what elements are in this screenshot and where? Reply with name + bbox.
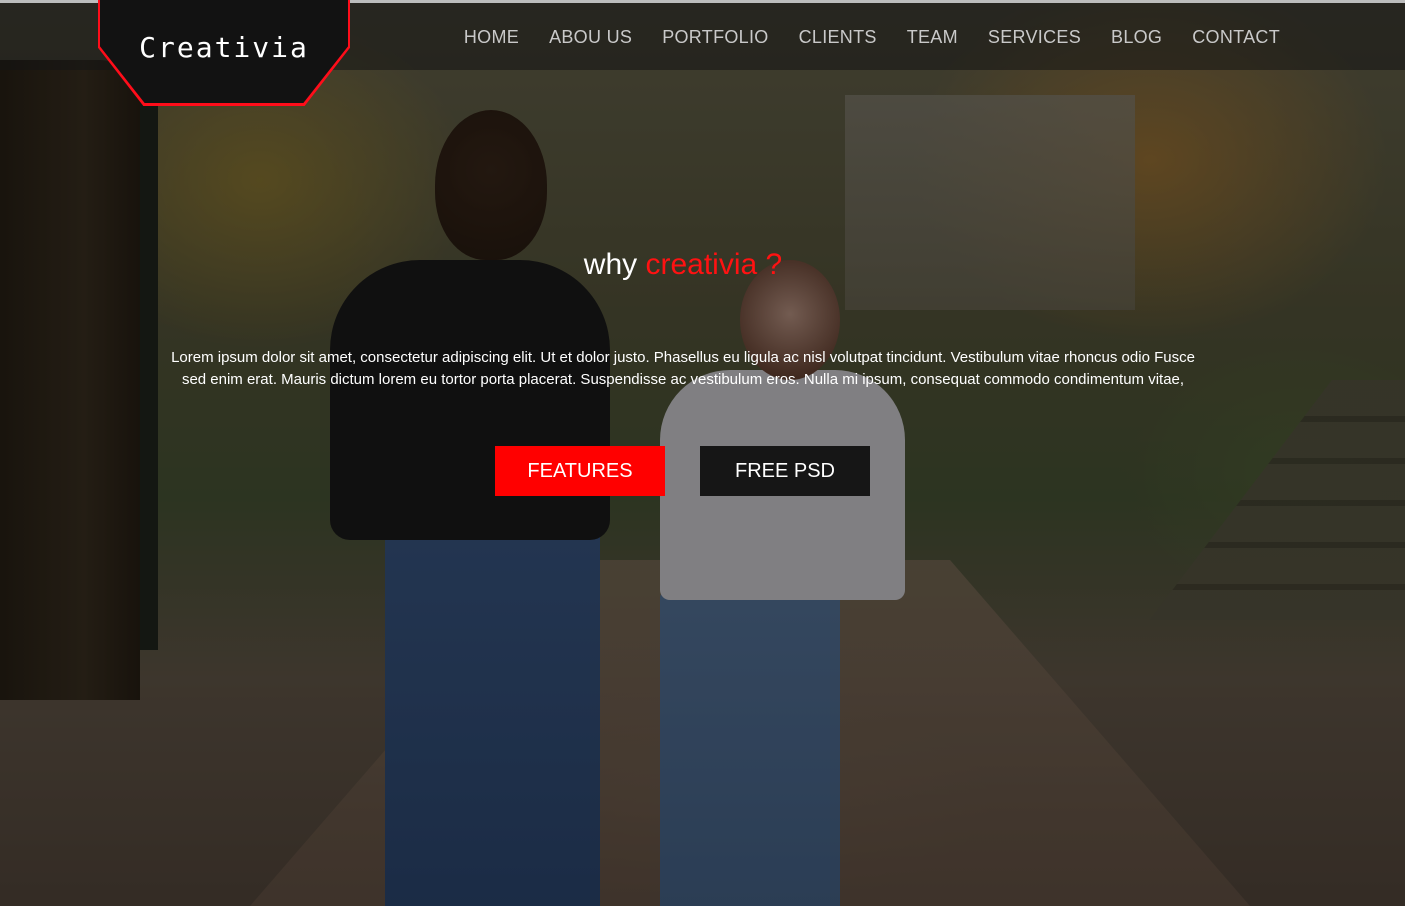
logo-text: Creativia <box>139 31 309 64</box>
nav-item-team[interactable]: TEAM <box>907 27 958 48</box>
features-button[interactable]: FEATURES <box>495 446 665 496</box>
free-psd-button[interactable]: FREE PSD <box>700 446 870 496</box>
nav-item-contact[interactable]: CONTACT <box>1192 27 1280 48</box>
nav-item-portfolio[interactable]: PORTFOLIO <box>662 27 768 48</box>
nav-item-clients[interactable]: CLIENTS <box>799 27 877 48</box>
headline-prefix: why <box>583 248 638 281</box>
hero-headline: why creativia ? <box>0 248 1366 282</box>
logo[interactable]: Creativia <box>100 0 348 103</box>
nav-item-home[interactable]: HOME <box>464 27 519 48</box>
hero-paragraph: Lorem ipsum dolor sit amet, consectetur … <box>171 349 1195 388</box>
main-nav: HOME ABOU US PORTFOLIO CLIENTS TEAM SERV… <box>464 27 1280 48</box>
hero-section: HOME ABOU US PORTFOLIO CLIENTS TEAM SERV… <box>0 0 1405 906</box>
headline-accent: creativia ? <box>645 248 783 281</box>
nav-item-services[interactable]: SERVICES <box>988 27 1081 48</box>
nav-item-about[interactable]: ABOU US <box>549 27 632 48</box>
nav-item-blog[interactable]: BLOG <box>1111 27 1162 48</box>
